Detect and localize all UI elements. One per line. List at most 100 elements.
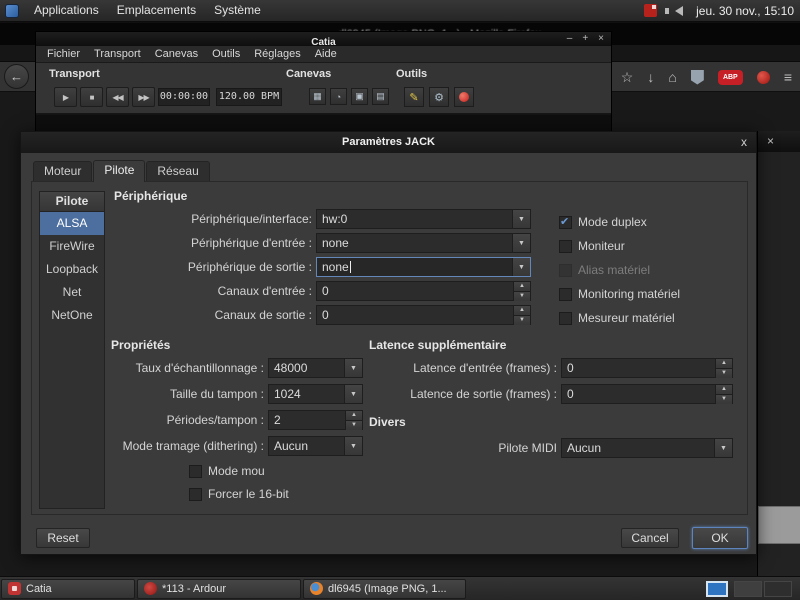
duplex-mode-checkbox[interactable]: Mode duplex xyxy=(559,212,680,232)
wrench-tool-icon[interactable]: ⚙ xyxy=(429,87,449,107)
task-firefox[interactable]: dl6945 (Image PNG, 1... xyxy=(303,579,466,599)
volume-tray-icon[interactable] xyxy=(670,6,683,16)
bookmark-star-icon[interactable]: ☆ xyxy=(621,70,634,85)
record-tool-icon[interactable] xyxy=(454,87,474,107)
task-ardour[interactable]: *113 - Ardour xyxy=(137,579,301,599)
spin-up-icon[interactable]: ▲ xyxy=(514,306,530,316)
catia-menu-outils[interactable]: Outils xyxy=(205,48,247,60)
dropdown-arrow-icon[interactable]: ▼ xyxy=(344,359,362,377)
panel-menu-systeme[interactable]: Système xyxy=(205,0,270,21)
monitor-checkbox[interactable]: Moniteur xyxy=(559,236,680,256)
spin-down-icon[interactable]: ▼ xyxy=(514,316,530,325)
driver-firewire[interactable]: FireWire xyxy=(40,235,104,258)
workspace-1[interactable] xyxy=(734,581,762,597)
panel-menu-applications[interactable]: Applications xyxy=(25,0,108,21)
tab-pilote[interactable]: Pilote xyxy=(93,160,145,182)
spin-up-icon[interactable]: ▲ xyxy=(716,385,732,395)
addon-icon[interactable] xyxy=(757,71,770,84)
output-channels-spin-buttons[interactable]: ▲▼ xyxy=(513,306,530,324)
reset-button[interactable]: Reset xyxy=(36,528,90,548)
hardware-monitoring-checkbox-box[interactable] xyxy=(559,288,572,301)
catia-titlebar[interactable]: Catia –+× xyxy=(36,32,611,46)
menu-icon[interactable]: ≡ xyxy=(784,70,792,85)
configure-pencil-icon[interactable]: ✎ xyxy=(404,87,424,107)
dialog-close-button[interactable]: x xyxy=(741,135,747,149)
task-catia[interactable]: Catia xyxy=(1,579,135,599)
spin-up-icon[interactable]: ▲ xyxy=(716,359,732,369)
input-channels-spinbox[interactable]: 0▲▼ xyxy=(316,281,531,301)
spin-down-icon[interactable]: ▼ xyxy=(716,369,732,378)
download-icon[interactable]: ↓ xyxy=(647,70,654,85)
driver-netone[interactable]: NetOne xyxy=(40,304,104,327)
shield-icon[interactable] xyxy=(691,70,704,85)
sample-rate-combobox[interactable]: 48000▼ xyxy=(268,358,363,378)
forward-button[interactable]: ▶▶ xyxy=(132,87,155,107)
canvas-arrange-icon[interactable]: ▦ xyxy=(309,88,326,105)
dither-mode-combobox[interactable]: Aucun▼ xyxy=(268,436,363,456)
hardware-alias-checkbox-box[interactable] xyxy=(559,264,572,277)
panel-menu-emplacements[interactable]: Emplacements xyxy=(108,0,205,21)
catia-close-button[interactable]: × xyxy=(598,32,604,45)
input-channels-spin-buttons[interactable]: ▲▼ xyxy=(513,282,530,300)
hardware-metering-checkbox[interactable]: Mesureur matériel xyxy=(559,308,680,328)
catia-menu-aide[interactable]: Aide xyxy=(308,48,344,60)
force-16bit-checkbox-box[interactable] xyxy=(189,488,202,501)
hardware-metering-checkbox-box[interactable] xyxy=(559,312,572,325)
catia-menu-canevas[interactable]: Canevas xyxy=(148,48,205,60)
monitor-checkbox-box[interactable] xyxy=(559,240,572,253)
adobe-tray-icon[interactable] xyxy=(644,4,657,17)
output-latency-spinbox[interactable]: 0▲▼ xyxy=(561,384,733,404)
ok-button[interactable]: OK xyxy=(692,527,748,549)
output-device-combobox[interactable]: none▼ xyxy=(316,257,531,277)
spin-down-icon[interactable]: ▼ xyxy=(514,292,530,301)
tab-reseau[interactable]: Réseau xyxy=(146,161,209,181)
hardware-alias-checkbox[interactable]: Alias matériel xyxy=(559,260,680,280)
spin-up-icon[interactable]: ▲ xyxy=(514,282,530,292)
device-interface-combobox[interactable]: hw:0▼ xyxy=(316,209,531,229)
spin-down-icon[interactable]: ▼ xyxy=(346,421,362,430)
dropdown-arrow-icon[interactable]: ▼ xyxy=(344,437,362,455)
play-button[interactable]: ▶ xyxy=(54,87,77,107)
dropdown-arrow-icon[interactable]: ▼ xyxy=(512,210,530,228)
input-device-combobox[interactable]: none▼ xyxy=(316,233,531,253)
driver-net[interactable]: Net xyxy=(40,281,104,304)
force-16bit-checkbox[interactable]: Forcer le 16-bit xyxy=(189,484,289,504)
driver-loopback[interactable]: Loopback xyxy=(40,258,104,281)
canvas-zoom-fit-icon[interactable]: ▣ xyxy=(351,88,368,105)
dropdown-arrow-icon[interactable]: ▼ xyxy=(512,258,530,276)
spin-down-icon[interactable]: ▼ xyxy=(716,395,732,404)
canvas-zoom-reset-icon[interactable]: ▤ xyxy=(372,88,389,105)
midi-driver-combobox[interactable]: Aucun▼ xyxy=(561,438,733,458)
output-latency-spin-buttons[interactable]: ▲▼ xyxy=(715,385,732,403)
panel-clock[interactable]: jeu. 30 nov., 15:10 xyxy=(692,4,794,18)
catia-menu-transport[interactable]: Transport xyxy=(87,48,148,60)
hardware-monitoring-checkbox[interactable]: Monitoring matériel xyxy=(559,284,680,304)
back-button[interactable]: ← xyxy=(4,64,29,89)
periods-per-buffer-spinbox[interactable]: 2▲▼ xyxy=(268,410,363,430)
catia-maximize-button[interactable]: + xyxy=(582,32,588,45)
driver-alsa[interactable]: ALSA xyxy=(40,212,104,235)
rewind-button[interactable]: ◀◀ xyxy=(106,87,129,107)
dropdown-arrow-icon[interactable]: ▼ xyxy=(512,234,530,252)
output-channels-spinbox[interactable]: 0▲▼ xyxy=(316,305,531,325)
buffer-size-combobox[interactable]: 1024▼ xyxy=(268,384,363,404)
catia-menu-reglages[interactable]: Réglages xyxy=(247,48,307,60)
stop-button[interactable]: ■ xyxy=(80,87,103,107)
tab-moteur[interactable]: Moteur xyxy=(33,161,92,181)
spin-up-icon[interactable]: ▲ xyxy=(346,411,362,421)
dialog-titlebar[interactable]: Paramètres JACK x xyxy=(21,132,756,153)
dropdown-arrow-icon[interactable]: ▼ xyxy=(344,385,362,403)
dropdown-arrow-icon[interactable]: ▼ xyxy=(714,439,732,457)
periods-per-buffer-spin-buttons[interactable]: ▲▼ xyxy=(345,411,362,429)
canvas-refresh-icon[interactable]: ◔ xyxy=(330,88,347,105)
home-icon[interactable]: ⌂ xyxy=(668,70,676,85)
cancel-button[interactable]: Cancel xyxy=(621,528,679,548)
distro-logo-icon[interactable] xyxy=(5,4,19,18)
abp-icon[interactable]: ABP xyxy=(718,70,743,85)
workspace-2[interactable] xyxy=(764,581,792,597)
pager-preview-icon[interactable] xyxy=(706,581,728,597)
catia-minimize-button[interactable]: – xyxy=(567,32,573,45)
background-window-close-button[interactable]: × xyxy=(767,134,774,148)
duplex-mode-checkbox-box[interactable] xyxy=(559,216,572,229)
catia-menu-fichier[interactable]: Fichier xyxy=(40,48,87,60)
